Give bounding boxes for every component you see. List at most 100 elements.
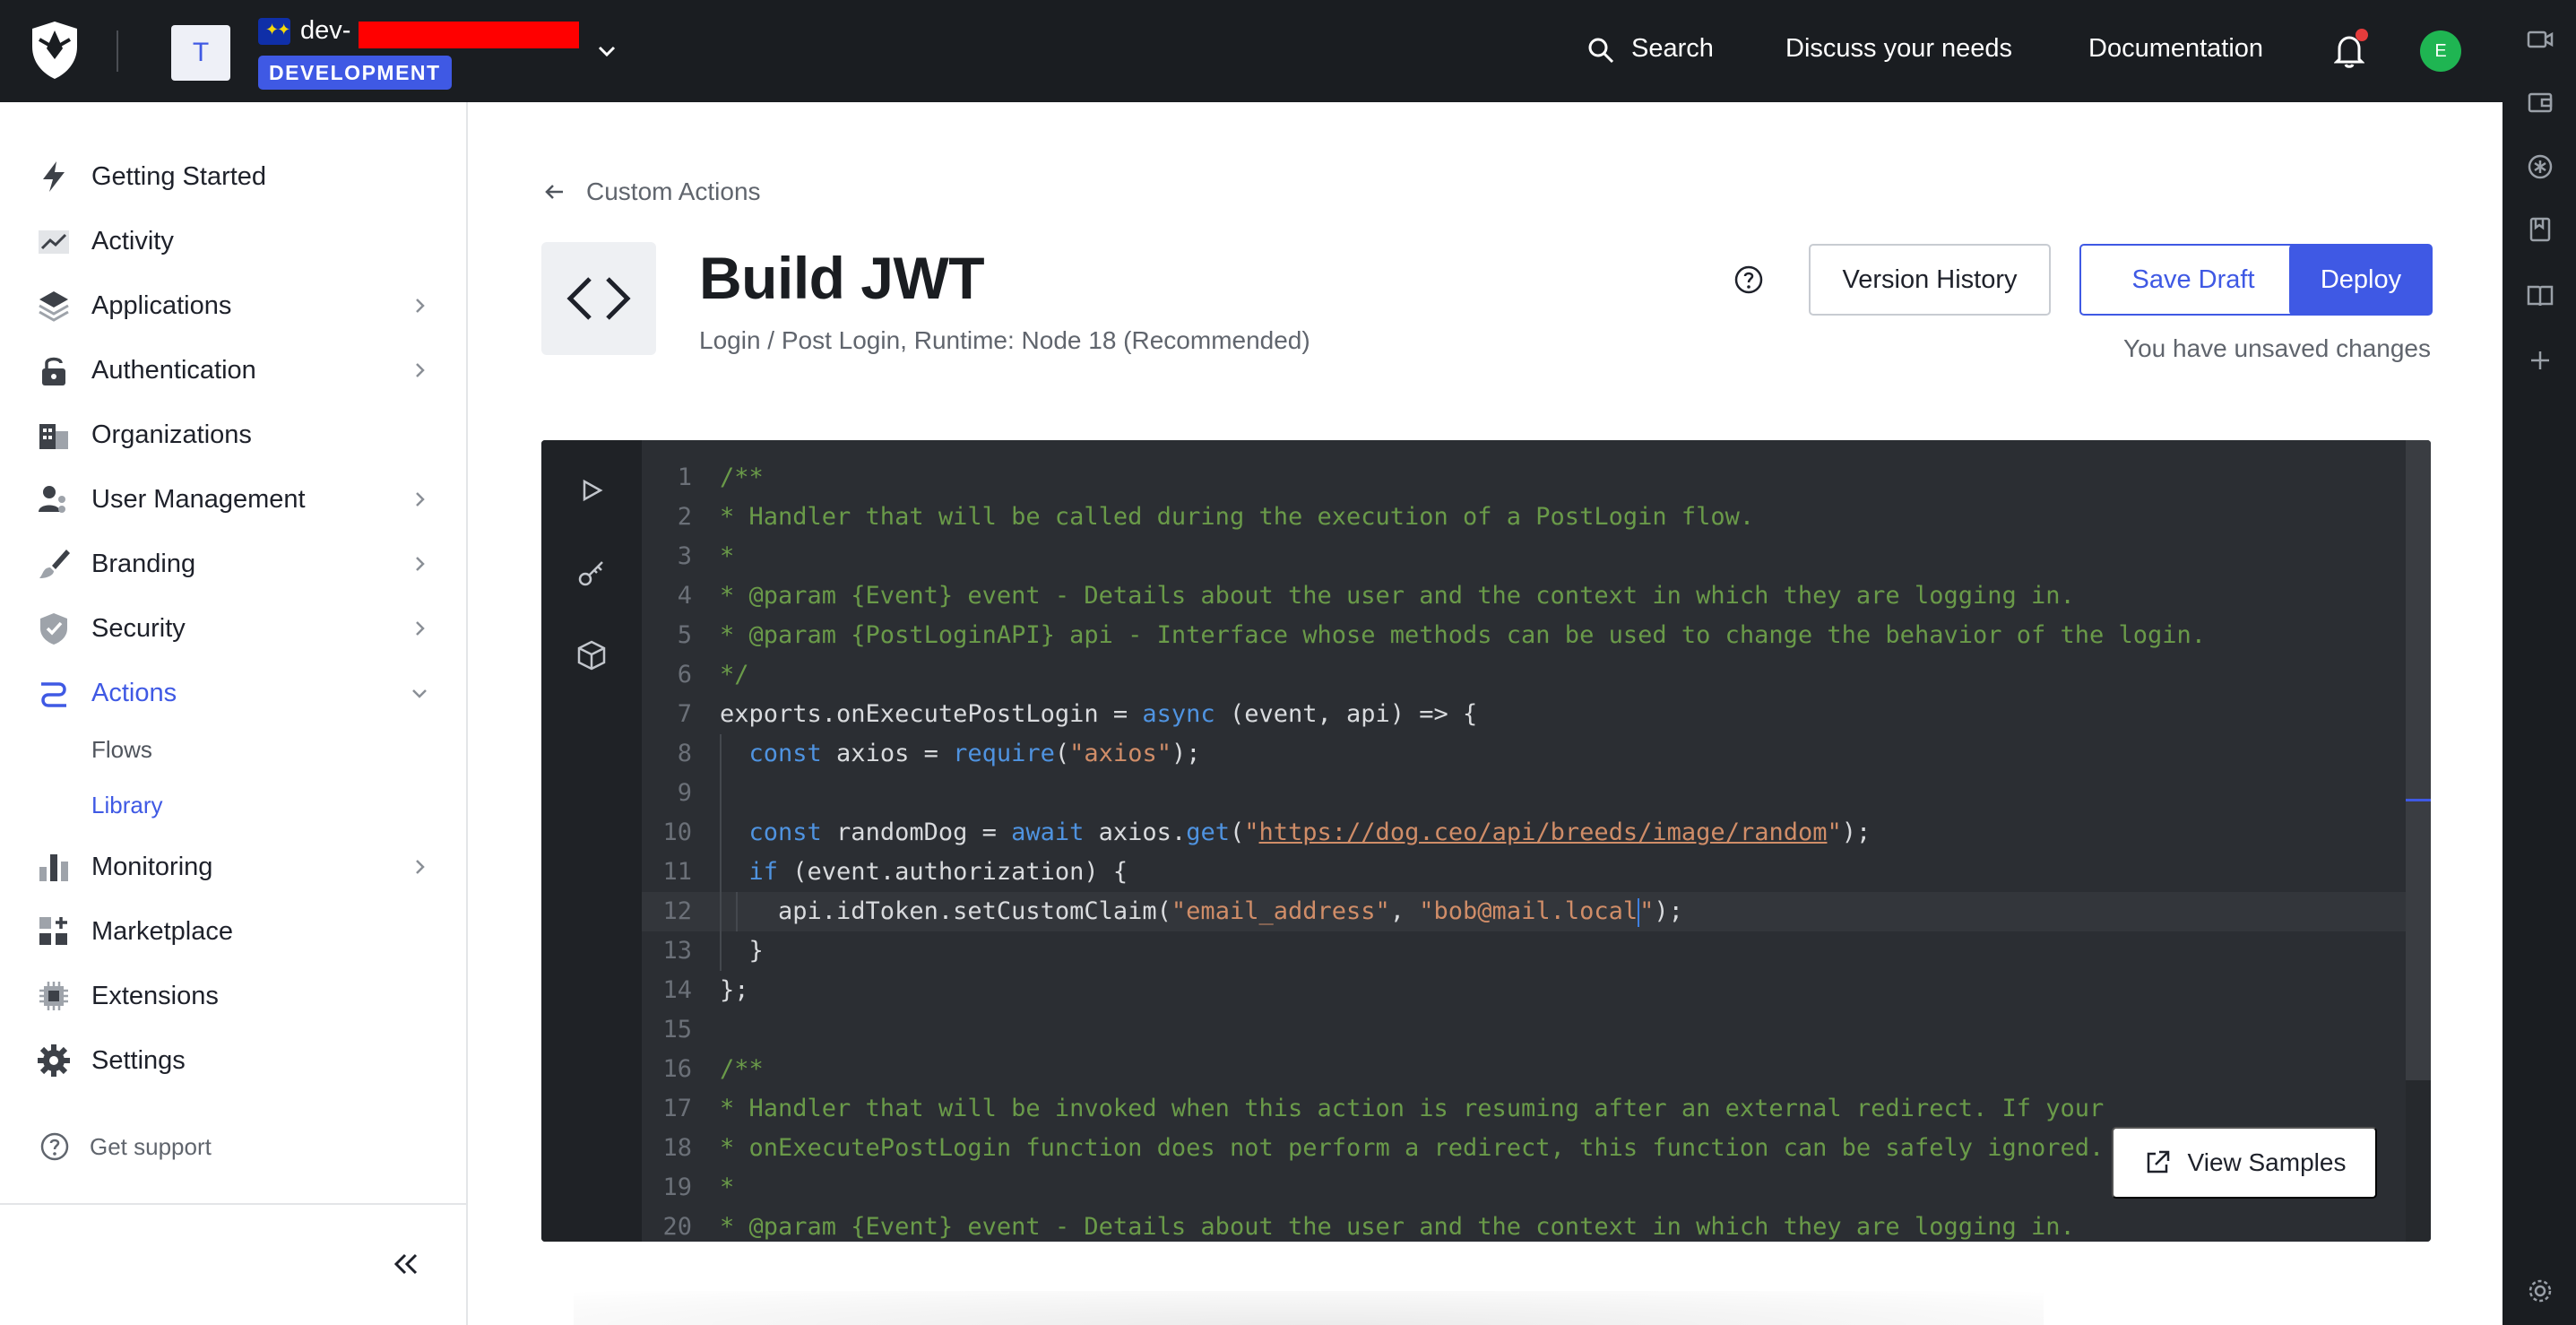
code-line[interactable]: 20 * @param {Event} event - Details about… [642, 1208, 2407, 1242]
view-samples-label: View Samples [2187, 1148, 2347, 1176]
marketplace-icon [39, 917, 67, 945]
sidebar-item-marketplace[interactable]: Marketplace [36, 906, 430, 957]
line-number: 3 [677, 542, 692, 570]
code-line[interactable]: 4 * @param {Event} event - Details about … [642, 576, 2407, 616]
sidebar-item-actions[interactable]: Actions [36, 668, 430, 718]
user-avatar[interactable]: E [2420, 30, 2461, 72]
search-icon[interactable] [1586, 36, 1615, 65]
discuss-needs-link[interactable]: Discuss your needs [1785, 34, 2012, 64]
book-icon[interactable] [2526, 281, 2554, 310]
sidebar-item-label: Organizations [91, 420, 252, 449]
code-line[interactable]: 2 * Handler that will be called during th… [642, 498, 2407, 537]
breadcrumb[interactable]: Custom Actions [543, 178, 761, 206]
sidebar-item-organizations[interactable]: Organizations [36, 410, 430, 460]
sidebar-item-label: Monitoring [91, 852, 213, 881]
gear-icon[interactable] [2526, 1277, 2554, 1305]
package-icon[interactable] [575, 639, 608, 671]
code-line[interactable]: 1 /** [642, 458, 2407, 498]
line-number: 14 [662, 976, 692, 1004]
code-line[interactable]: 13 } [642, 931, 2407, 971]
code-token: const [748, 740, 822, 767]
chevron-down-icon[interactable] [593, 39, 620, 63]
editor-scrollbar[interactable] [2406, 440, 2431, 1242]
help-icon[interactable] [1733, 264, 1764, 295]
sidebar-divider [0, 1203, 466, 1205]
sidebar-item-label: Getting Started [91, 161, 267, 191]
code-text: * Handler that will be invoked when this… [720, 1089, 2104, 1129]
shield-icon [40, 613, 67, 645]
notification-dot [2356, 29, 2368, 41]
code-token: " [1827, 818, 1842, 846]
page-title: Build JWT [699, 245, 985, 311]
code-line[interactable]: 14}; [642, 971, 2407, 1010]
code-line[interactable]: 10 const randomDog = await axios.get("ht… [642, 813, 2407, 853]
sidebar-item-extensions[interactable]: Extensions [36, 971, 430, 1021]
bookmark-icon[interactable] [2526, 215, 2554, 244]
version-history-button[interactable]: Version History [1809, 244, 2051, 316]
page-subtitle: Login / Post Login, Runtime: Node 18 (Re… [699, 326, 1310, 354]
code-line[interactable]: 9 [642, 774, 2407, 813]
video-icon[interactable] [2526, 25, 2554, 54]
code-line[interactable]: 17 * Handler that will be invoked when th… [642, 1089, 2407, 1129]
code-line[interactable]: 16 /** [642, 1050, 2407, 1089]
asterisk-icon[interactable] [2526, 152, 2554, 181]
code-line[interactable]: 7 exports.onExecutePostLogin = async (eve… [642, 695, 2407, 734]
collapse-sidebar-icon[interactable] [389, 1248, 421, 1280]
line-number: 10 [662, 818, 692, 846]
lightning-icon [43, 161, 65, 192]
get-support-link[interactable]: Get support [39, 1131, 212, 1162]
line-number: 13 [662, 937, 692, 965]
code-token: "bob@mail.local [1419, 897, 1638, 925]
code-token: /** [720, 463, 764, 491]
code-line[interactable]: 6 */ [642, 655, 2407, 695]
eu-flag-icon: ✦✦ [258, 18, 290, 45]
play-icon[interactable] [575, 474, 608, 507]
sidebar-item-branding[interactable]: Branding [36, 539, 430, 589]
code-line[interactable]: 8 const axios = require("axios"); [642, 734, 2407, 774]
documentation-link[interactable]: Documentation [2088, 34, 2263, 64]
chevron-right-icon [416, 621, 425, 636]
plus-icon[interactable] [2526, 346, 2554, 375]
sidebar-subitem-flows[interactable]: Flows [91, 736, 152, 764]
auth0-logo[interactable] [27, 20, 82, 81]
code-line[interactable]: 5 * @param {PostLoginAPI} api - Interface… [642, 616, 2407, 655]
deploy-button[interactable]: Deploy [2289, 244, 2433, 316]
code-text: if (event.authorization) { [720, 853, 1128, 892]
sidebar-item-authentication[interactable]: Authentication [36, 345, 430, 395]
sidebar-subitem-library[interactable]: Library [91, 792, 162, 819]
save-draft-button[interactable]: Save Draft [2079, 244, 2307, 316]
sidebar-item-user-management[interactable]: User Management [36, 474, 430, 524]
code-token: * @param {Event} event - Details about t… [720, 1213, 2075, 1241]
code-line[interactable]: 3 * [642, 537, 2407, 576]
code-token: * [720, 1173, 735, 1201]
wallet-icon[interactable] [2526, 88, 2554, 117]
line-number: 9 [677, 779, 692, 807]
sidebar-item-security[interactable]: Security [36, 603, 430, 654]
sidebar-item-getting-started[interactable]: Getting Started [36, 152, 430, 202]
code-line[interactable]: 12 api.idToken.setCustomClaim("email_add… [642, 892, 2407, 931]
code-area[interactable]: 1 /** 2 * Handler that will be called durin… [642, 458, 2407, 1242]
code-line[interactable]: 11 if (event.authorization) { [642, 853, 2407, 892]
code-token: "axios" [1069, 740, 1171, 767]
code-text: * @param {Event} event - Details about t… [720, 576, 2075, 616]
sidebar-item-monitoring[interactable]: Monitoring [36, 842, 430, 892]
layers-icon [39, 291, 69, 322]
sidebar-item-applications[interactable]: Applications [36, 281, 430, 331]
editor-scroll-thumb[interactable] [2406, 440, 2431, 1080]
brush-icon [39, 550, 70, 578]
view-samples-button[interactable]: View Samples [2112, 1127, 2377, 1199]
sidebar-item-settings[interactable]: Settings [36, 1035, 430, 1086]
code-text: const randomDog = await axios.get("https… [720, 813, 1871, 853]
code-token: axios = [821, 740, 954, 767]
tenant-name[interactable]: dev- [300, 16, 350, 46]
tenant-avatar[interactable]: T [171, 25, 230, 81]
key-icon[interactable] [575, 557, 608, 589]
line-number: 15 [662, 1016, 692, 1044]
code-editor[interactable]: 1 /** 2 * Handler that will be called durin… [541, 440, 2431, 1242]
code-token: * Handler that will be invoked when this… [720, 1095, 2105, 1122]
code-token: ( [1054, 740, 1070, 767]
code-token: ( [1229, 818, 1245, 846]
code-line[interactable]: 15 [642, 1010, 2407, 1050]
sidebar-item-activity[interactable]: Activity [36, 216, 430, 266]
search-link[interactable]: Search [1631, 34, 1714, 64]
